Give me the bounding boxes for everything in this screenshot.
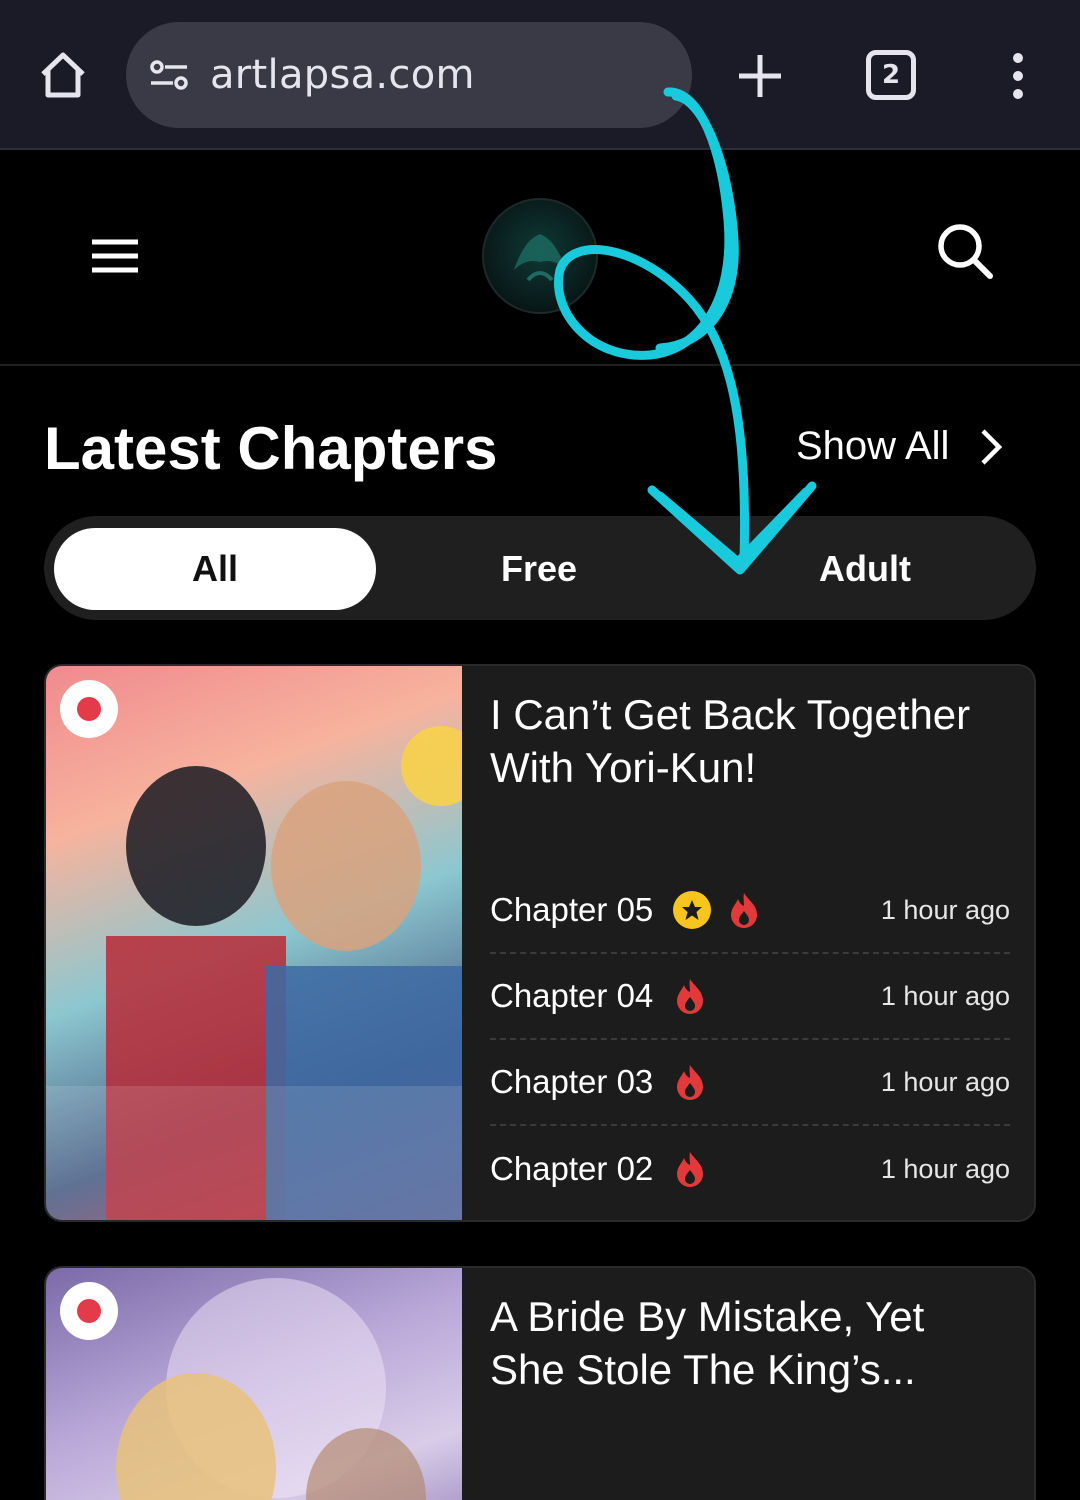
- fire-icon: [677, 1065, 704, 1100]
- chapter-name[interactable]: Chapter 02: [490, 1150, 653, 1188]
- card-title[interactable]: I Can’t Get Back Together With Yori-Kun!: [490, 688, 1010, 794]
- fire-icon: [677, 979, 704, 1014]
- show-all-link[interactable]: Show All: [796, 424, 1003, 469]
- browser-toolbar: artlapsa.com 2: [0, 0, 1080, 150]
- chevron-right-icon: [981, 428, 1003, 465]
- chapter-row[interactable]: Chapter 04 1 hour ago: [490, 954, 1010, 1040]
- chapter-time: 1 hour ago: [880, 1153, 1010, 1184]
- chapter-name[interactable]: Chapter 03: [490, 1063, 653, 1101]
- show-all-label: Show All: [796, 424, 950, 468]
- tab-free[interactable]: Free: [378, 528, 700, 610]
- site-info-icon[interactable]: [146, 55, 192, 95]
- url-text: artlapsa.com: [210, 52, 475, 98]
- cover-image[interactable]: [46, 1268, 462, 1500]
- search-icon[interactable]: [934, 220, 996, 282]
- chapter-time: 1 hour ago: [880, 894, 1010, 925]
- chapter-list: Chapter 05 1 hour ago Chapter 04 1 hour …: [490, 868, 1010, 1212]
- chapter-name[interactable]: Chapter 04: [490, 977, 653, 1015]
- new-badge-icon: [60, 1282, 118, 1340]
- cover-image[interactable]: [46, 666, 462, 1220]
- hamburger-icon[interactable]: [88, 234, 142, 278]
- more-vert-icon[interactable]: [1000, 50, 1036, 102]
- chapter-row[interactable]: Chapter 05 1 hour ago: [490, 868, 1010, 954]
- tab-all[interactable]: All: [54, 528, 376, 610]
- tabs-icon[interactable]: 2: [866, 50, 916, 100]
- fire-icon: [731, 893, 758, 928]
- home-icon[interactable]: [32, 46, 94, 104]
- page-title: Latest Chapters: [44, 415, 498, 482]
- site-header: [0, 152, 1080, 366]
- new-badge-icon: [60, 680, 118, 738]
- chapter-row[interactable]: Chapter 03 1 hour ago: [490, 1040, 1010, 1126]
- manga-card[interactable]: I Can’t Get Back Together With Yori-Kun!…: [44, 664, 1036, 1222]
- chapter-time: 1 hour ago: [880, 1066, 1010, 1097]
- logo[interactable]: [482, 198, 598, 314]
- plus-icon[interactable]: [734, 50, 786, 102]
- star-icon: [673, 891, 712, 929]
- tab-count: 2: [881, 60, 901, 90]
- card-title[interactable]: A Bride By Mistake, Yet She Stole The Ki…: [490, 1290, 1010, 1396]
- chapter-name[interactable]: Chapter 05: [490, 891, 653, 929]
- address-bar[interactable]: artlapsa.com: [126, 22, 692, 128]
- filter-tabs: All Free Adult: [44, 516, 1036, 620]
- manga-card[interactable]: A Bride By Mistake, Yet She Stole The Ki…: [44, 1266, 1036, 1500]
- chapter-row[interactable]: Chapter 02 1 hour ago: [490, 1126, 1010, 1212]
- tab-adult[interactable]: Adult: [704, 528, 1026, 610]
- fire-icon: [677, 1152, 704, 1187]
- chapter-time: 1 hour ago: [880, 980, 1010, 1011]
